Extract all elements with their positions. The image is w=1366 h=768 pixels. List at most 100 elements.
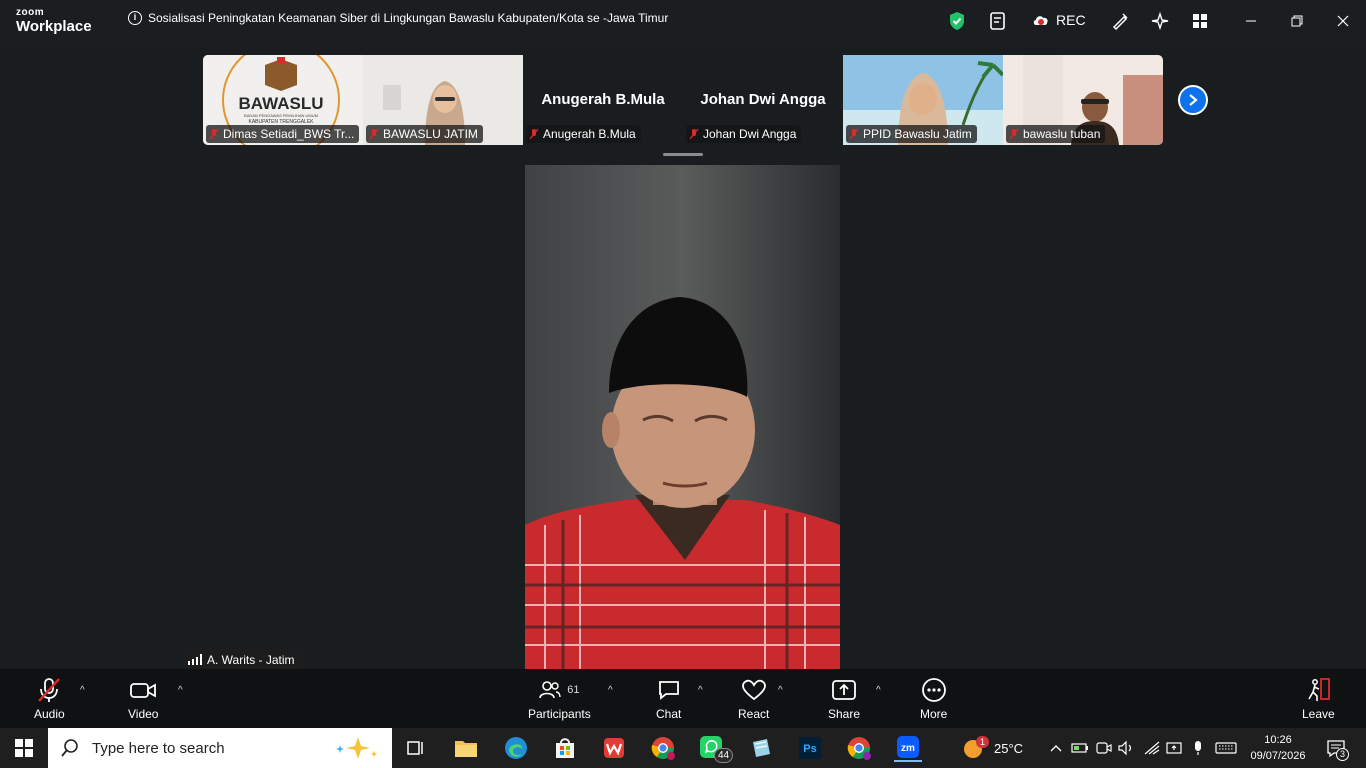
active-speaker-name-tag: A. Warits - Jatim [184, 650, 301, 669]
minimize-icon[interactable] [1240, 10, 1262, 32]
search-highlight-icon [336, 737, 377, 759]
notification-center-icon[interactable]: 3 [1322, 734, 1350, 762]
system-clock[interactable]: 10:26 09/07/2026 [1248, 732, 1308, 764]
participants-icon [539, 681, 561, 699]
participant-name-tag: Anugerah B.Mula [526, 125, 641, 143]
react-options-caret[interactable]: ^ [778, 685, 783, 696]
photoshop-icon[interactable]: Ps [796, 734, 824, 762]
mic-muted-icon [529, 128, 539, 140]
video-camera-icon [129, 677, 157, 703]
logo-text: BAWASLU [239, 94, 324, 113]
whatsapp-unread-badge: 44 [714, 748, 734, 763]
leave-label: Leave [1302, 707, 1335, 721]
weather-badge: 1 [976, 736, 990, 748]
participant-name: Dimas Setiadi_BWS Tr... [223, 127, 355, 141]
security-shield-icon[interactable] [944, 8, 970, 34]
notes-app-icon[interactable] [747, 734, 775, 762]
next-page-button[interactable] [1178, 85, 1208, 115]
participant-tile[interactable]: Anugerah B.Mula Anugerah B.Mula [523, 55, 683, 145]
audio-options-caret[interactable]: ^ [80, 685, 85, 696]
summary-icon[interactable] [985, 8, 1011, 34]
participants-label: Participants [528, 707, 591, 721]
participant-name: PPID Bawaslu Jatim [863, 127, 972, 141]
react-button[interactable]: React [738, 677, 769, 721]
volume-icon[interactable] [1112, 734, 1140, 762]
chevron-right-icon [1189, 94, 1198, 106]
meeting-info[interactable]: i Sosialisasi Peningkatan Keamanan Siber… [128, 11, 668, 25]
participant-name: Johan Dwi Angga [703, 127, 797, 141]
mic-muted-icon [36, 677, 62, 703]
ai-companion-icon[interactable] [1147, 8, 1173, 34]
chat-options-caret[interactable]: ^ [698, 685, 703, 696]
participant-filmstrip: BAWASLU BADAN PENGAWAS PEMILIHAN UMUM KA… [203, 55, 1163, 145]
close-icon[interactable] [1332, 10, 1354, 32]
participant-name-tag: Dimas Setiadi_BWS Tr... [206, 125, 360, 143]
weather-widget[interactable]: 1 25°C [962, 728, 1023, 768]
participants-options-caret[interactable]: ^ [608, 685, 613, 696]
chrome-browser-icon[interactable] [649, 734, 677, 762]
share-label: Share [828, 707, 861, 721]
edge-browser-icon[interactable] [502, 734, 530, 762]
heart-icon [741, 677, 767, 703]
mic-muted-icon [1009, 128, 1019, 140]
more-dots-icon [921, 677, 947, 703]
windows-logo-icon [15, 739, 33, 757]
chrome-profile-icon[interactable] [845, 734, 873, 762]
share-button[interactable]: Share [828, 677, 860, 721]
logo-subtext-1: BADAN PENGAWAS PEMILIHAN UMUM [244, 113, 318, 118]
mic-muted-icon [209, 128, 219, 140]
logo-workplace-text: Workplace [16, 18, 92, 35]
search-icon [61, 739, 78, 757]
annotate-icon[interactable] [1107, 8, 1133, 34]
taskbar-search-box[interactable]: Type here to search [48, 728, 392, 768]
more-label: More [920, 707, 948, 721]
leave-button[interactable]: Leave [1302, 677, 1335, 721]
chat-button[interactable]: Chat [656, 677, 681, 721]
mic-muted-icon [689, 128, 699, 140]
photoshop-label: Ps [803, 743, 816, 755]
share-screen-icon [831, 677, 857, 703]
recording-indicator[interactable]: REC [1032, 12, 1086, 28]
mic-muted-icon [369, 128, 379, 140]
participant-tile[interactable]: bawaslu tuban [1003, 55, 1163, 145]
video-button[interactable]: Video [128, 677, 158, 721]
participant-name-tag: bawaslu tuban [1006, 125, 1106, 143]
participant-name-tag: Johan Dwi Angga [686, 125, 802, 143]
task-view-icon[interactable] [402, 734, 430, 762]
zoom-logo: zoom Workplace [16, 7, 92, 35]
participant-tile[interactable]: PPID Bawaslu Jatim [843, 55, 1003, 145]
participant-tile[interactable]: BAWASLU BADAN PENGAWAS PEMILIHAN UMUM KA… [203, 55, 363, 145]
zoom-app-icon[interactable]: zm [894, 734, 922, 762]
participants-button[interactable]: 61 Participants [528, 677, 591, 721]
info-icon[interactable]: i [128, 11, 142, 25]
share-options-caret[interactable]: ^ [876, 685, 881, 696]
zoom-app-label: zm [901, 743, 915, 754]
search-placeholder: Type here to search [92, 739, 225, 757]
participant-tile[interactable]: Johan Dwi Angga Johan Dwi Angga [683, 55, 843, 145]
restore-icon[interactable] [1286, 10, 1308, 32]
keyboard-icon[interactable] [1212, 734, 1240, 762]
whatsapp-icon[interactable]: 44 [698, 734, 734, 763]
clock-time: 10:26 [1264, 734, 1292, 746]
filmstrip-resize-handle[interactable] [663, 153, 703, 156]
participant-name-tag: PPID Bawaslu Jatim [846, 125, 977, 143]
apps-grid-icon[interactable] [1187, 8, 1213, 34]
audio-button[interactable]: Audio [34, 677, 65, 721]
wps-office-icon[interactable] [600, 734, 628, 762]
logo-zoom-text: zoom [16, 7, 45, 18]
microphone-tray-icon[interactable] [1184, 734, 1212, 762]
microsoft-store-icon[interactable] [551, 734, 579, 762]
participant-tile[interactable]: BAWASLU JATIM [363, 55, 523, 145]
file-explorer-icon[interactable] [452, 734, 480, 762]
start-button[interactable] [0, 728, 48, 768]
clock-date: 09/07/2026 [1250, 750, 1306, 762]
more-button[interactable]: More [920, 677, 947, 721]
participant-name: BAWASLU JATIM [383, 127, 478, 141]
participant-name: bawaslu tuban [1023, 127, 1101, 141]
leave-exit-icon [1305, 677, 1331, 703]
react-label: React [738, 707, 770, 721]
video-options-caret[interactable]: ^ [178, 685, 183, 696]
audio-label: Audio [34, 707, 65, 721]
connection-signal-icon [188, 654, 202, 665]
participants-count: 61 [567, 684, 580, 696]
